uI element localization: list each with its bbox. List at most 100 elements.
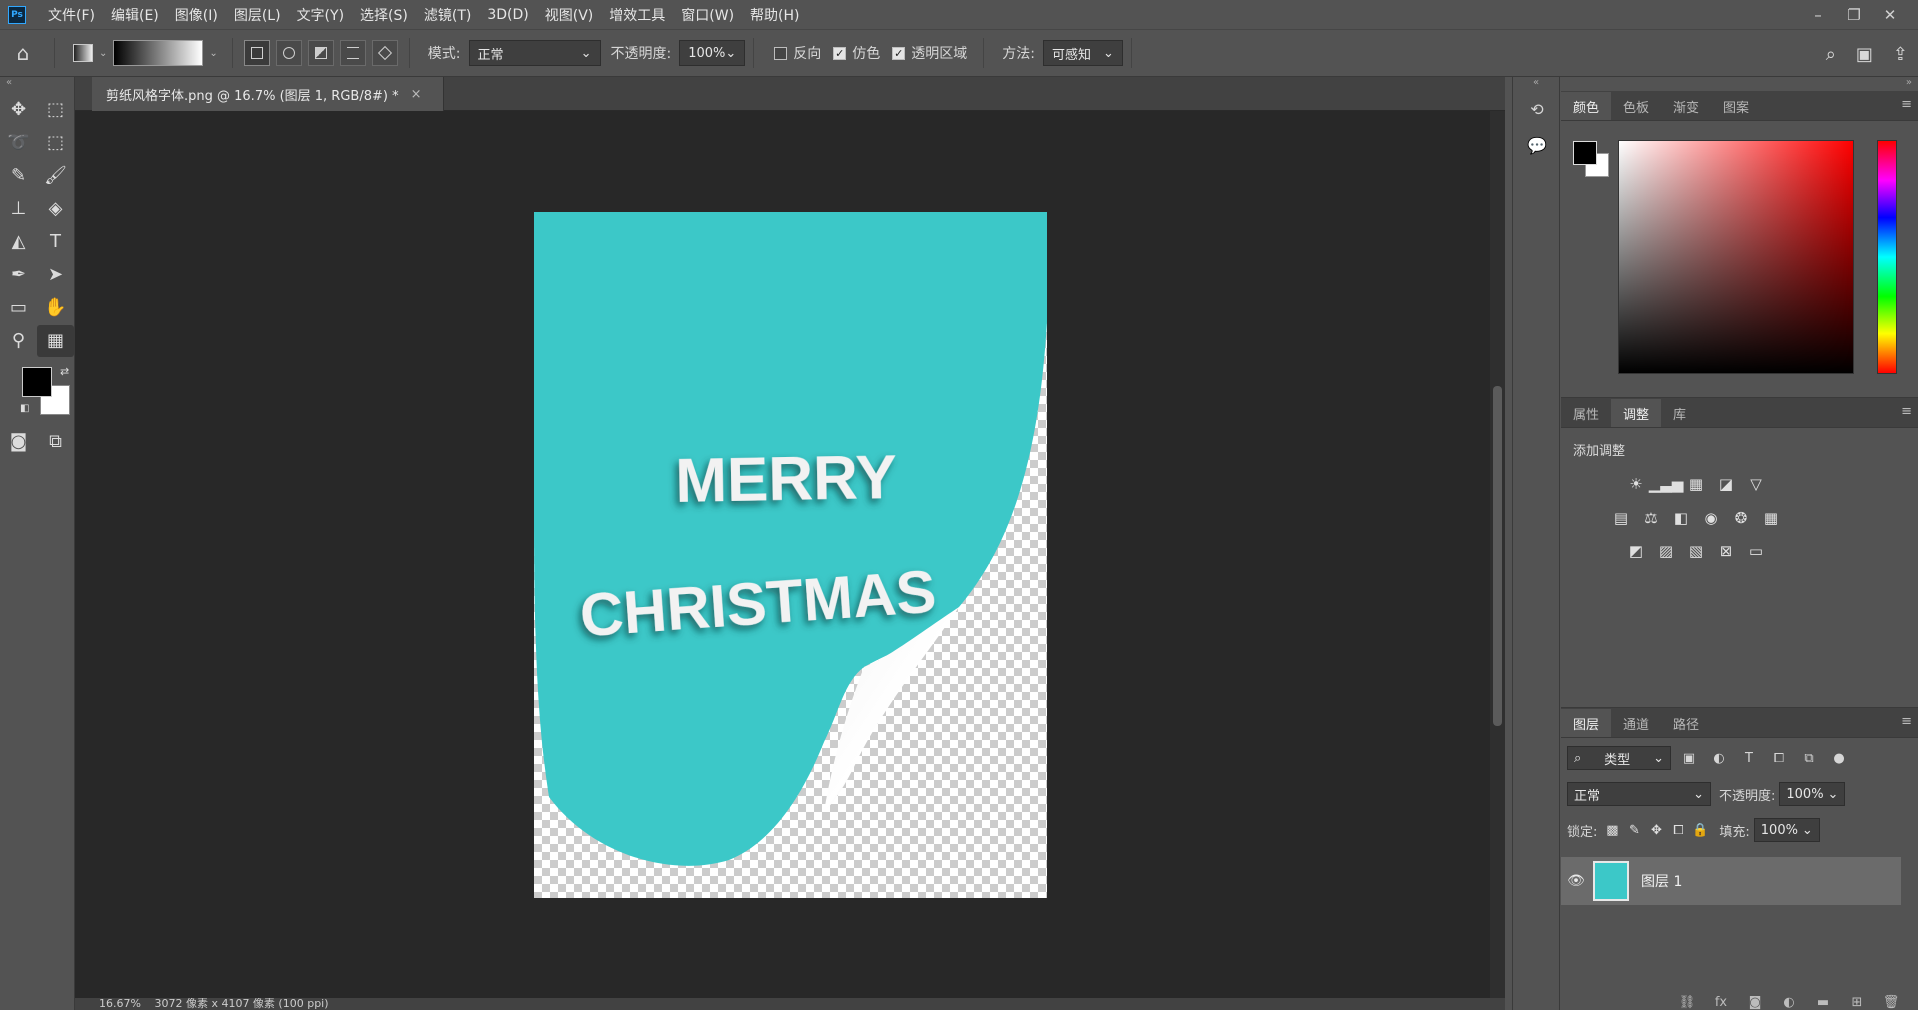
menu-image[interactable]: 图像(I) xyxy=(167,5,226,25)
new-layer-icon[interactable]: ⊞ xyxy=(1840,995,1874,1010)
invert-icon[interactable]: ◩ xyxy=(1621,537,1651,565)
zoom-tool-icon[interactable]: ⚲ xyxy=(0,325,37,357)
color-balance-icon[interactable]: ⚖ xyxy=(1636,504,1666,532)
type-tool-icon[interactable]: T xyxy=(37,226,74,258)
brush-tool-icon[interactable]: 🖌 xyxy=(37,160,74,192)
tab-properties[interactable]: 属性 xyxy=(1561,399,1611,427)
black-white-icon[interactable]: ◧ xyxy=(1666,504,1696,532)
lock-all-icon[interactable]: 🔒 xyxy=(1689,823,1711,838)
tab-channels[interactable]: 通道 xyxy=(1611,709,1661,737)
menu-type[interactable]: 文字(Y) xyxy=(289,5,352,25)
document-canvas[interactable]: MERRY CHRISTMAS xyxy=(534,212,1047,898)
document-tab[interactable]: 剪纸风格字体.png @ 16.7% (图层 1, RGB/8#) * × xyxy=(92,77,444,111)
menu-plugins[interactable]: 增效工具 xyxy=(601,5,673,25)
share-icon[interactable]: ⇪ xyxy=(1893,44,1908,65)
smart-object-filter-icon[interactable]: ⧉ xyxy=(1797,751,1821,766)
tab-layers[interactable]: 图层 xyxy=(1561,709,1612,737)
object-select-tool-icon[interactable]: ⬚ xyxy=(37,127,74,159)
gradient-map-icon[interactable]: ▭ xyxy=(1741,537,1771,565)
pen-tool-icon[interactable]: ✒ xyxy=(0,259,37,291)
rectangle-tool-icon[interactable]: ▭ xyxy=(0,292,37,324)
reverse-checkbox[interactable] xyxy=(774,46,788,60)
panel-menu-icon[interactable]: ≡ xyxy=(1901,97,1912,112)
eraser-tool-icon[interactable]: ◈ xyxy=(37,193,74,225)
menu-window[interactable]: 窗口(W) xyxy=(673,5,742,25)
adjustment-layer-icon[interactable]: ◐ xyxy=(1772,995,1806,1010)
panel-menu-icon[interactable]: ≡ xyxy=(1901,714,1912,729)
screen-mode-icon[interactable]: ⧉ xyxy=(37,426,74,458)
new-group-icon[interactable]: ▬ xyxy=(1806,995,1840,1010)
hand-tool-icon[interactable]: ✋ xyxy=(37,292,74,324)
eyedropper-tool-icon[interactable]: ✎ xyxy=(0,160,37,192)
chevron-down-icon[interactable]: ⌄ xyxy=(209,48,217,59)
layer-style-icon[interactable]: fx xyxy=(1704,995,1738,1010)
hue-saturation-icon[interactable]: ▤ xyxy=(1606,504,1636,532)
paint-bucket-tool-icon[interactable]: ◭ xyxy=(0,226,37,258)
menu-view[interactable]: 视图(V) xyxy=(537,5,602,25)
mode-select[interactable]: 正常 ⌄ xyxy=(468,40,601,66)
menu-3d[interactable]: 3D(D) xyxy=(479,7,536,23)
method-select[interactable]: 可感知 ⌄ xyxy=(1042,40,1123,66)
add-mask-icon[interactable]: ◙ xyxy=(1738,995,1772,1010)
filter-toggle-icon[interactable]: ● xyxy=(1827,751,1851,766)
tab-patterns[interactable]: 图案 xyxy=(1711,92,1761,120)
menu-filter[interactable]: 滤镜(T) xyxy=(416,5,479,25)
fill-input[interactable]: 100% ⌄ xyxy=(1753,818,1820,842)
foreground-color-swatch[interactable] xyxy=(1573,141,1597,165)
gradient-picker[interactable] xyxy=(113,40,204,66)
tab-swatches[interactable]: 色板 xyxy=(1611,92,1661,120)
blend-mode-select[interactable]: 正常 ⌄ xyxy=(1567,782,1711,806)
marquee-tool-icon[interactable]: ⬚ xyxy=(37,94,74,126)
pixel-filter-icon[interactable]: ▣ xyxy=(1677,751,1701,766)
default-colors-icon[interactable]: ◧ xyxy=(20,403,29,414)
hue-slider[interactable] xyxy=(1877,140,1897,374)
brightness-icon[interactable]: ☀ xyxy=(1621,470,1651,498)
color-field[interactable] xyxy=(1618,140,1854,374)
comments-icon[interactable]: 💬 xyxy=(1513,127,1561,163)
gradient-tool-preset-icon[interactable] xyxy=(73,44,93,62)
adjustment-filter-icon[interactable]: ◐ xyxy=(1707,751,1731,766)
foreground-color-swatch[interactable] xyxy=(22,367,52,397)
reflected-gradient-button[interactable] xyxy=(339,40,366,66)
visibility-eye-icon[interactable]: 👁 xyxy=(1561,873,1591,889)
color-lookup-icon[interactable]: ▦ xyxy=(1756,504,1786,532)
lock-position-icon[interactable]: ✥ xyxy=(1645,823,1667,838)
panel-collapse-icon[interactable]: « xyxy=(0,77,74,93)
panel-expand-icon[interactable]: » xyxy=(1561,77,1918,91)
menu-select[interactable]: 选择(S) xyxy=(352,5,416,25)
angle-gradient-button[interactable] xyxy=(307,40,334,66)
move-tool-icon[interactable]: ✥ xyxy=(0,94,37,126)
lock-artboard-icon[interactable]: ⧠ xyxy=(1667,823,1689,838)
minimize-button[interactable]: – xyxy=(1800,6,1836,24)
menu-layer[interactable]: 图层(L) xyxy=(226,5,289,25)
linear-gradient-button[interactable] xyxy=(243,40,270,66)
chevron-down-icon[interactable]: ⌄ xyxy=(99,48,107,59)
history-icon[interactable]: ⟲ xyxy=(1513,91,1561,127)
tab-color[interactable]: 颜色 xyxy=(1561,92,1612,120)
menu-edit[interactable]: 编辑(E) xyxy=(103,5,167,25)
search-icon[interactable]: ⌕ xyxy=(1826,44,1836,65)
photo-filter-icon[interactable]: ◉ xyxy=(1696,504,1726,532)
tab-adjustments[interactable]: 调整 xyxy=(1611,399,1662,427)
posterize-icon[interactable]: ▨ xyxy=(1651,537,1681,565)
close-icon[interactable]: × xyxy=(411,87,422,102)
gradient-tool-icon[interactable]: ▦ xyxy=(37,324,74,357)
scroll-thumb[interactable] xyxy=(1493,386,1502,726)
layer-name[interactable]: 图层 1 xyxy=(1641,871,1682,891)
swap-colors-icon[interactable]: ⇄ xyxy=(60,365,69,378)
delete-layer-icon[interactable]: 🗑 xyxy=(1874,995,1908,1010)
radial-gradient-button[interactable] xyxy=(275,40,302,66)
lasso-tool-icon[interactable]: ➰ xyxy=(0,127,37,159)
menu-help[interactable]: 帮助(H) xyxy=(742,5,807,25)
channel-mixer-icon[interactable]: ❂ xyxy=(1726,504,1756,532)
curves-icon[interactable]: ▦ xyxy=(1681,470,1711,498)
vertical-scrollbar[interactable] xyxy=(1490,111,1505,1000)
levels-icon[interactable]: ▁▃▅ xyxy=(1649,470,1684,498)
panel-collapse-icon[interactable]: « xyxy=(1513,77,1559,91)
dither-checkbox[interactable]: ✓ xyxy=(833,46,847,60)
transparency-checkbox[interactable]: ✓ xyxy=(892,46,906,60)
vibrance-icon[interactable]: ▽ xyxy=(1741,470,1771,498)
stamp-tool-icon[interactable]: ⊥ xyxy=(0,193,37,225)
link-layers-icon[interactable]: ⛓ xyxy=(1670,995,1704,1010)
lock-transparent-icon[interactable]: ▩ xyxy=(1601,823,1623,838)
